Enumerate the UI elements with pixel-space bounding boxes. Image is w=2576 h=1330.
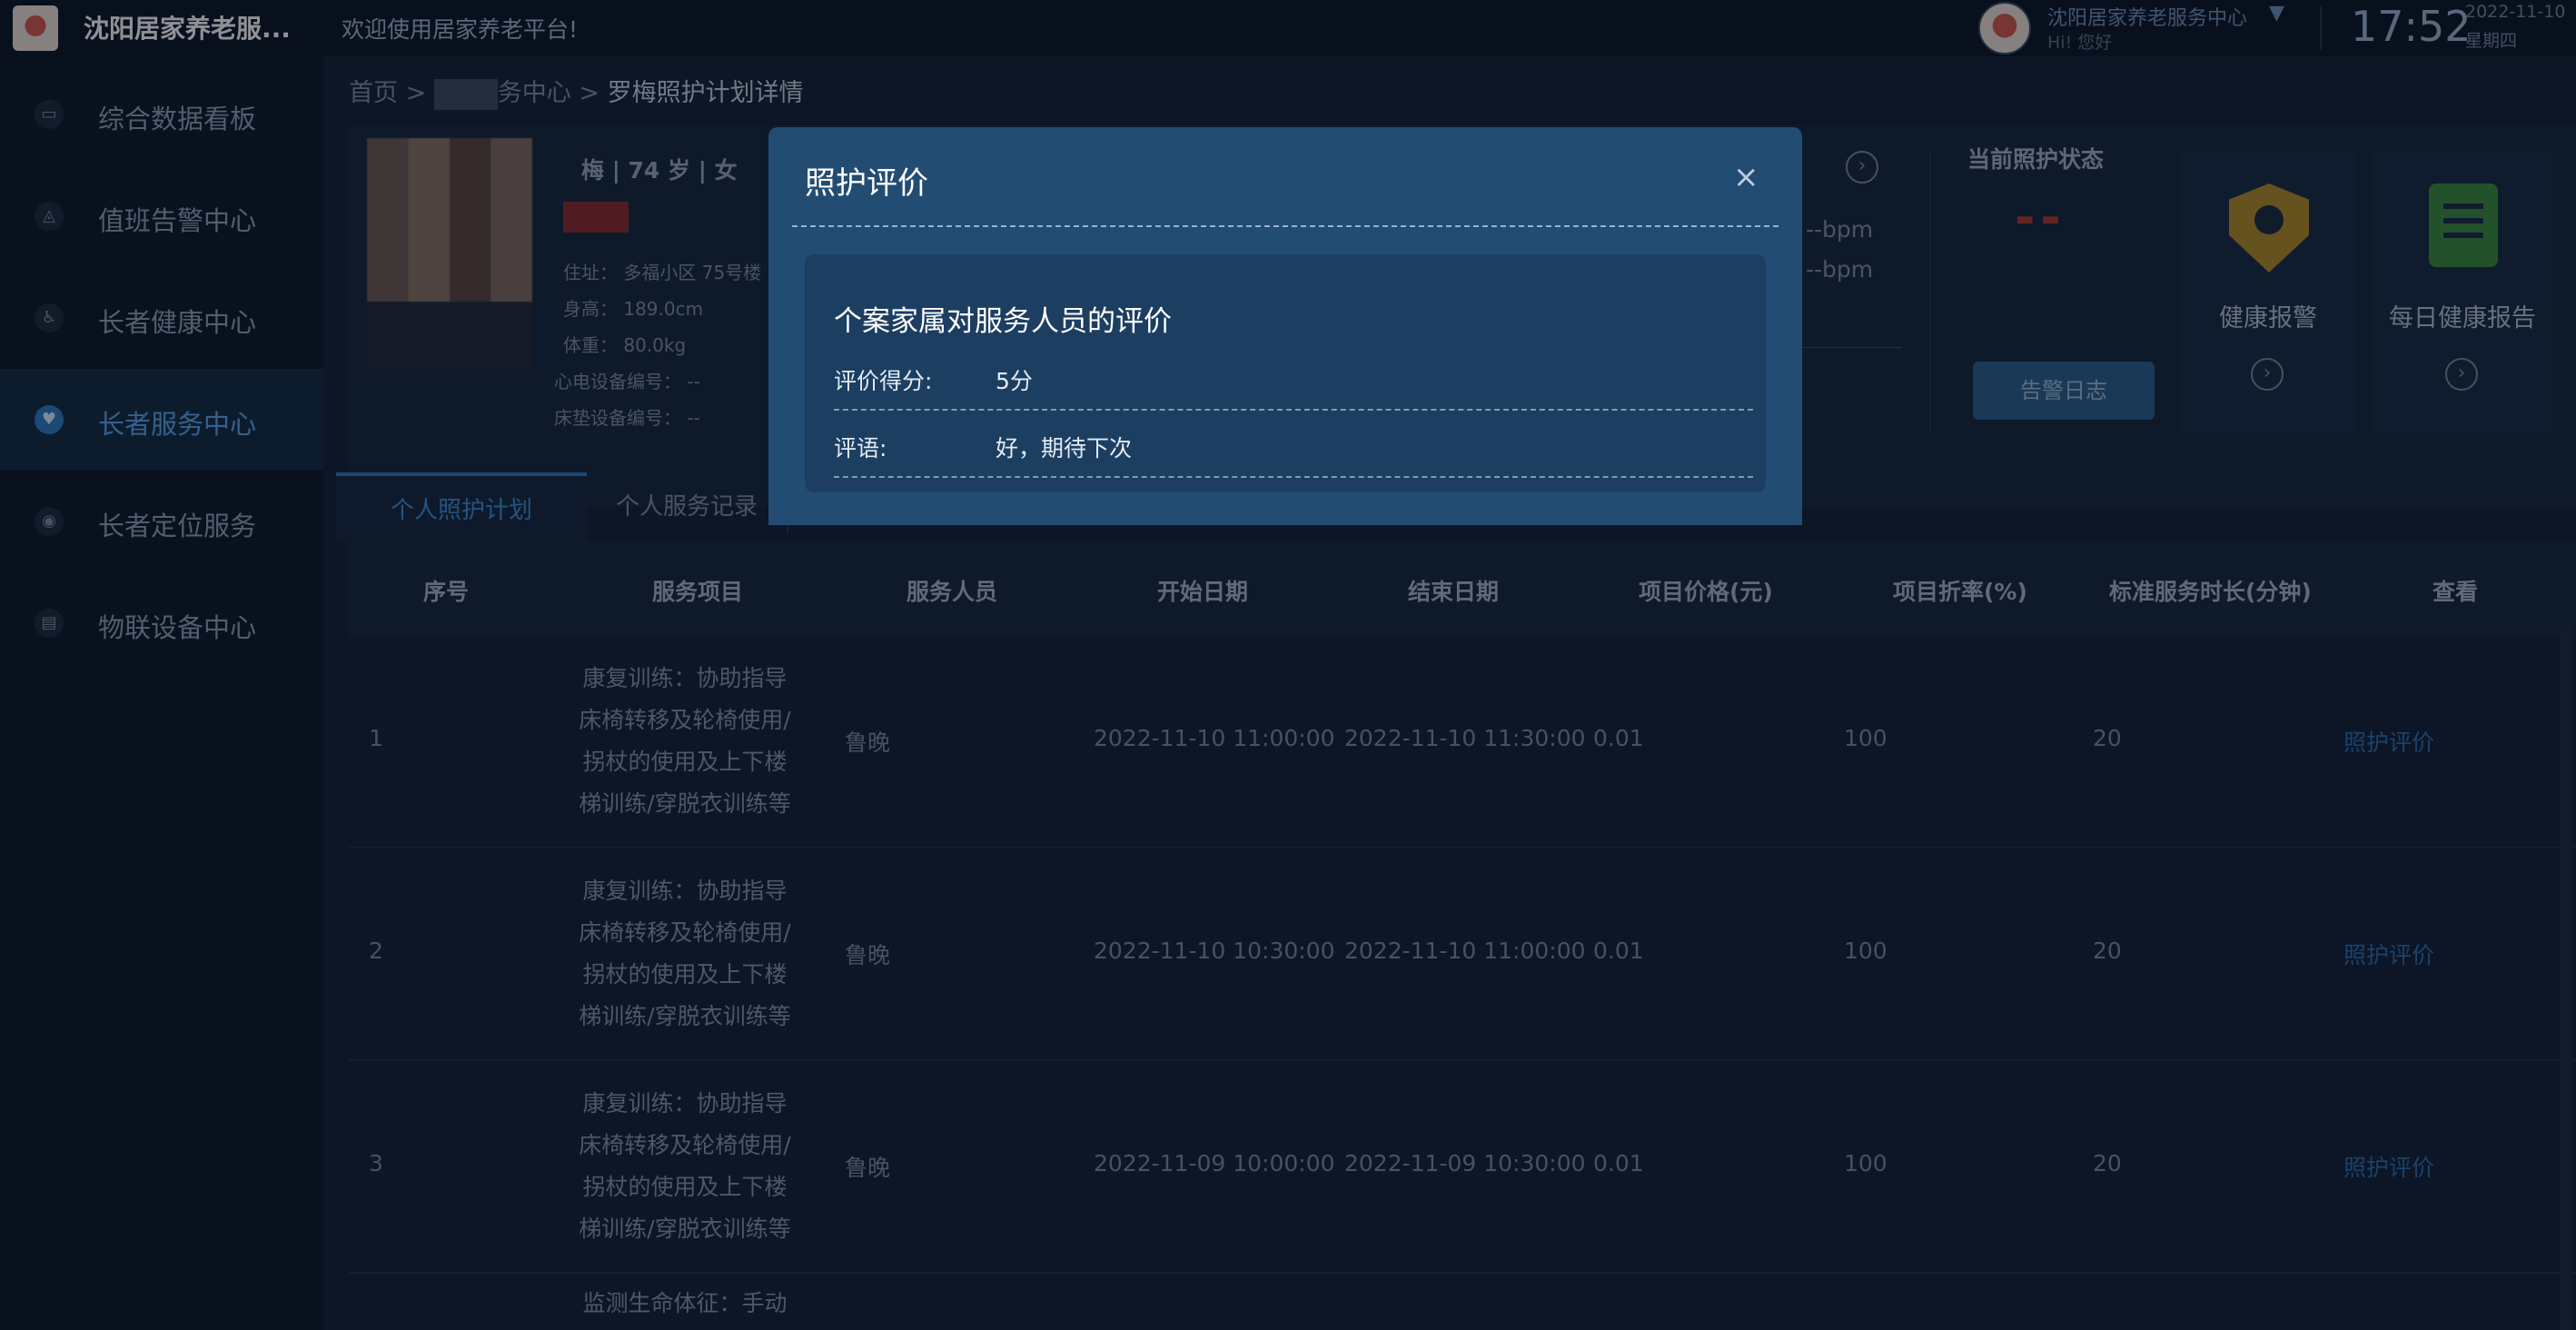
review-score-label: 评价得分: (834, 368, 933, 394)
modal-title: 照护评价 (805, 165, 928, 202)
close-icon[interactable]: × (1733, 162, 1759, 193)
review-score-value: 5分 (996, 368, 1033, 394)
review-score-row: 评价得分: 5分 (834, 343, 1753, 411)
modal-divider (792, 225, 1778, 227)
review-comment-label: 评语: (834, 435, 887, 462)
review-panel: 个案家属对服务人员的评价 评价得分: 5分 评语: 好，期待下次 (805, 254, 1766, 492)
review-heading: 个案家属对服务人员的评价 (834, 305, 1172, 338)
review-comment-row: 评语: 好，期待下次 (834, 411, 1753, 478)
care-review-modal: 照护评价 × 个案家属对服务人员的评价 评价得分: 5分 评语: 好，期待下次 (768, 127, 1802, 525)
review-comment-value: 好，期待下次 (996, 435, 1133, 462)
